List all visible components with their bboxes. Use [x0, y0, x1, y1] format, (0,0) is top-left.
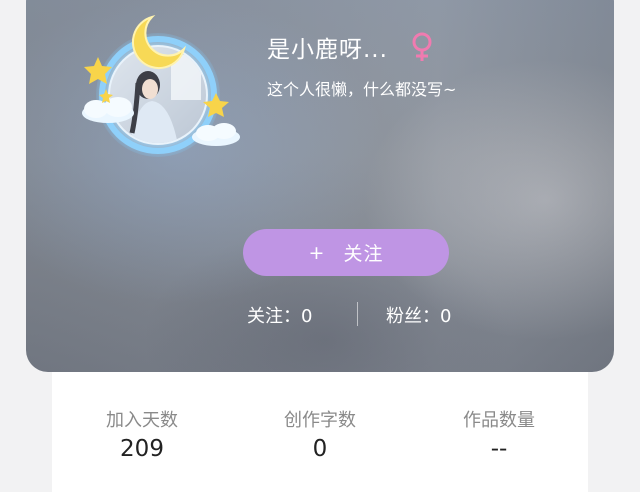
stat-join-days: 加入天数 209	[52, 406, 232, 462]
bio-text: 这个人很懒，什么都没写~	[267, 80, 457, 99]
stat-value: 0	[312, 436, 328, 462]
stat-label: 加入天数	[106, 410, 178, 431]
profile-header: 是小鹿呀... 这个人很懒，什么都没写~ + 关注 关注：0 粉丝：0	[26, 0, 614, 372]
username: 是小鹿呀...	[267, 37, 388, 63]
following-stat[interactable]: 关注：0	[247, 302, 312, 328]
follow-button[interactable]: + 关注	[243, 229, 449, 276]
stat-word-count: 创作字数 0	[230, 406, 410, 462]
plus-icon: +	[308, 241, 326, 264]
avatar-frame-image	[82, 15, 240, 157]
fans-stat[interactable]: 粉丝：0	[386, 302, 451, 328]
follow-button-label: 关注	[343, 243, 384, 265]
stat-divider	[357, 302, 358, 326]
female-icon	[410, 32, 434, 66]
following-label: 关注：	[247, 306, 301, 327]
stats-card: 加入天数 209 创作字数 0 作品数量 --	[52, 372, 588, 492]
fans-count: 0	[440, 306, 452, 327]
stat-value: 209	[120, 436, 164, 462]
fans-label: 粉丝：	[386, 306, 440, 327]
stat-label: 作品数量	[463, 410, 535, 431]
stat-works-count: 作品数量 --	[409, 406, 589, 462]
avatar[interactable]	[66, 5, 246, 165]
stat-label: 创作字数	[284, 410, 356, 431]
following-count: 0	[301, 306, 313, 327]
stat-value: --	[490, 436, 508, 462]
